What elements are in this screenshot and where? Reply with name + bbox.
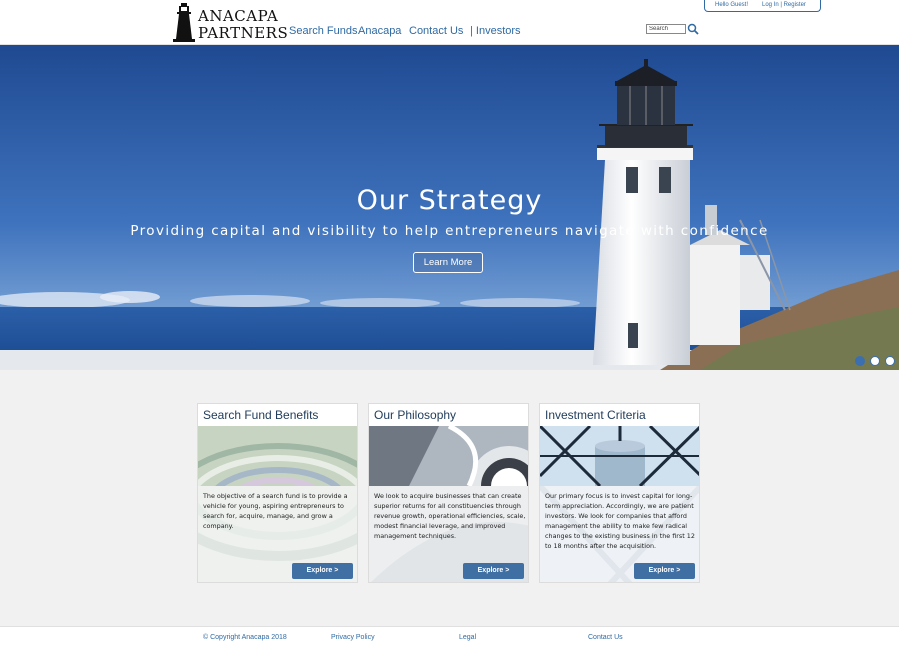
brand-name-line2: PARTNERS [198, 24, 289, 42]
footer-contact-link[interactable]: Contact Us [588, 634, 623, 641]
greeting-text: Hello Guest! [715, 2, 749, 8]
login-register-link[interactable]: Log In | Register [762, 2, 806, 8]
hero-title: Our Strategy [356, 185, 543, 216]
site-footer: © Copyright Anacapa 2018 Privacy Policy … [0, 626, 899, 649]
lighthouse-logo-icon [173, 3, 195, 42]
nav-investors[interactable]: | Investors [470, 25, 521, 37]
hero-subtitle: Providing capital and visibility to help… [130, 223, 769, 239]
hero-banner: Our Strategy Providing capital and visib… [0, 45, 899, 370]
lantern-glass-image [540, 426, 699, 486]
slide-dot-3[interactable] [885, 356, 895, 366]
slide-dot-1[interactable] [855, 356, 865, 366]
brand-logo[interactable]: ANACAPA PARTNERS [173, 3, 288, 43]
card-title: Our Philosophy [374, 408, 457, 422]
explore-button[interactable]: Explore > [292, 563, 353, 579]
card-our-philosophy: Our Philosophy We look to acquire busine… [368, 403, 529, 583]
card-search-fund-benefits: Search Fund Benefits The objective of a … [197, 403, 358, 583]
card-investment-criteria: Investment Criteria Our primary focus is… [539, 403, 700, 583]
legal-link[interactable]: Legal [459, 634, 476, 641]
search-input[interactable] [646, 24, 686, 34]
slide-dot-2[interactable] [870, 356, 880, 366]
explore-button[interactable]: Explore > [463, 563, 524, 579]
card-title: Investment Criteria [545, 408, 646, 422]
learn-more-button[interactable]: Learn More [413, 252, 483, 273]
card-title: Search Fund Benefits [203, 408, 319, 422]
search-icon[interactable] [687, 23, 699, 35]
account-box: Hello Guest! Log In | Register [704, 0, 821, 12]
copyright-text: © Copyright Anacapa 2018 [203, 634, 287, 641]
brand-name-line1: ANACAPA [198, 7, 279, 25]
site-header: ANACAPA PARTNERS Search Funds Anacapa Co… [0, 0, 899, 45]
spiral-stairs-image [369, 426, 528, 486]
nav-anacapa[interactable]: Anacapa [358, 25, 401, 37]
card-text: Our primary focus is to invest capital f… [545, 492, 695, 550]
privacy-policy-link[interactable]: Privacy Policy [331, 634, 375, 641]
card-text: We look to acquire businesses that can c… [374, 492, 526, 540]
nav-search-funds[interactable]: Search Funds [289, 25, 357, 37]
card-text: The objective of a search fund is to pro… [203, 492, 348, 530]
nav-contact-us[interactable]: Contact Us [409, 25, 463, 37]
explore-button[interactable]: Explore > [634, 563, 695, 579]
lens-image [198, 426, 357, 486]
